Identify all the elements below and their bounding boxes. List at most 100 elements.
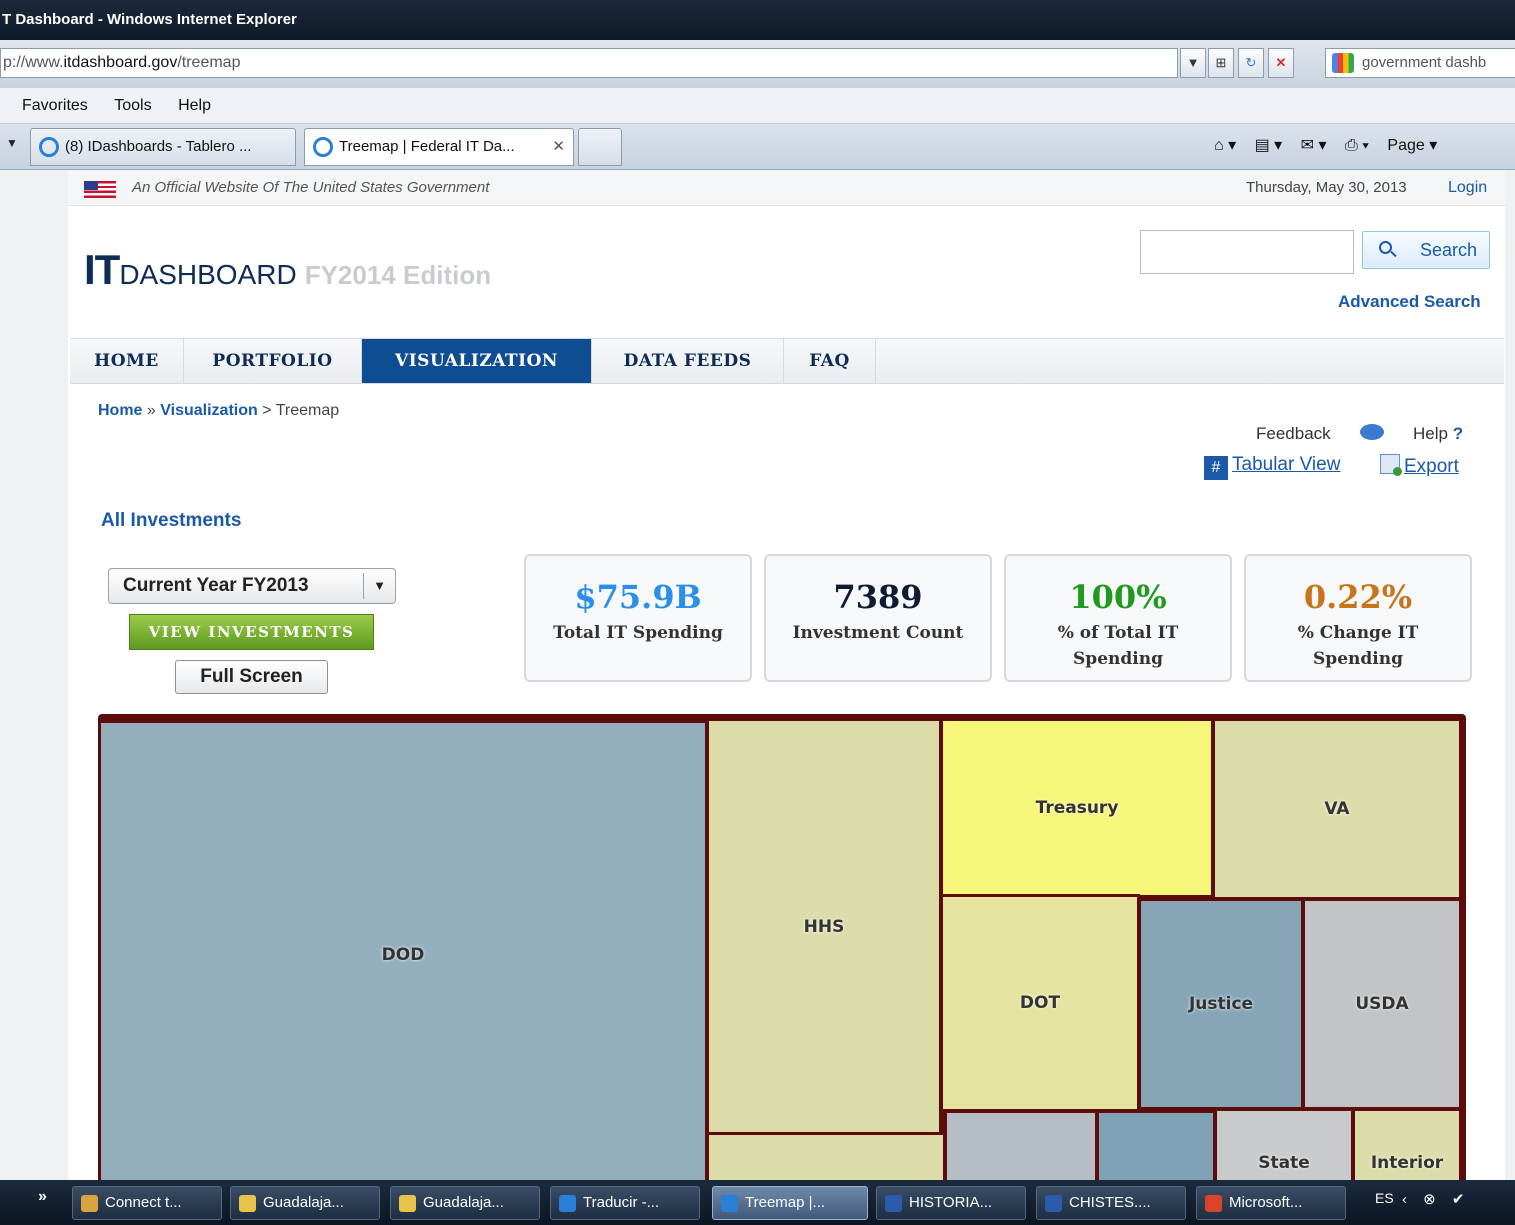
logo-dashboard: DASHBOARD	[119, 259, 297, 290]
fiscal-year-select[interactable]: Current Year FY2013 ▼	[108, 568, 396, 604]
language-indicator[interactable]: ES	[1375, 1190, 1394, 1206]
stop-icon[interactable]: ✕	[1268, 48, 1294, 78]
it-dashboard-logo[interactable]: ITDASHBOARD FY2014 Edition	[84, 246, 491, 293]
current-date: Thursday, May 30, 2013	[1246, 179, 1407, 196]
tab-treemap[interactable]: Treemap | Federal IT Da... ✕	[304, 128, 574, 166]
taskbar-item-label: CHISTES....	[1069, 1194, 1151, 1211]
treemap-cell-interior[interactable]: Interior	[1352, 1108, 1462, 1180]
site-container: An Official Website Of The United States…	[68, 170, 1505, 1180]
breadcrumb-home[interactable]: Home	[98, 402, 142, 419]
page-menu[interactable]: Page ▾	[1387, 137, 1437, 154]
taskbar-item[interactable]: Microsoft...	[1196, 1186, 1346, 1220]
taskbar-item[interactable]: CHISTES....	[1036, 1186, 1186, 1220]
tab-idashboards[interactable]: (8) IDashboards - Tablero ...	[30, 128, 296, 166]
full-screen-button[interactable]: Full Screen	[175, 660, 328, 694]
app-icon	[81, 1195, 98, 1212]
print-icon[interactable]: ⎙ ▾	[1345, 137, 1369, 154]
taskbar-item-label: Guadalaja...	[423, 1194, 504, 1211]
grid-icon: #	[1204, 456, 1228, 480]
nav-data-feeds[interactable]: DATA FEEDS	[592, 339, 784, 383]
tabular-view-label: Tabular View	[1232, 454, 1341, 475]
breadcrumb-separator: »	[142, 402, 161, 419]
chevron-down-icon: ▼	[363, 573, 395, 599]
taskbar-item-label: Traducir -...	[583, 1194, 660, 1211]
mail-icon[interactable]: ✉ ▾	[1301, 137, 1327, 154]
official-website-text: An Official Website Of The United States…	[132, 179, 490, 196]
breadcrumb: Home » Visualization > Treemap	[98, 402, 339, 420]
menu-bar: Favorites Tools Help	[0, 88, 1515, 124]
feedback-link[interactable]: Feedback	[1256, 424, 1331, 444]
search-button-label: Search	[1419, 240, 1477, 260]
new-tab-button[interactable]	[578, 128, 622, 166]
help-link[interactable]: Help ?	[1413, 424, 1463, 444]
nav-visualization[interactable]: VISUALIZATION	[362, 339, 592, 383]
home-icon[interactable]: ⌂ ▾	[1214, 137, 1236, 154]
stat-label: Total IT Spending	[553, 623, 723, 643]
all-investments-link[interactable]: All Investments	[101, 510, 241, 532]
ie-icon	[39, 137, 59, 157]
feeds-icon[interactable]: ▤ ▾	[1255, 137, 1283, 154]
menu-help[interactable]: Help	[178, 97, 211, 114]
treemap-cell[interactable]	[1096, 1110, 1216, 1180]
nav-portfolio[interactable]: PORTFOLIO	[184, 339, 362, 383]
treemap-cell[interactable]	[944, 1110, 1098, 1180]
nav-faq[interactable]: FAQ	[784, 339, 876, 383]
ie-icon	[721, 1195, 738, 1212]
taskbar-item-active[interactable]: Treemap |...	[712, 1186, 868, 1220]
refresh-icon[interactable]: ↻	[1238, 48, 1264, 78]
stat-value: 0.22%	[1303, 578, 1413, 616]
treemap-cell-treasury[interactable]: Treasury	[940, 718, 1214, 898]
quick-launch-chevron-icon[interactable]: »	[38, 1188, 47, 1206]
search-icon	[1379, 241, 1392, 254]
login-link[interactable]: Login	[1448, 170, 1487, 206]
url-path: /treemap	[177, 54, 241, 71]
dropdown-arrow-icon[interactable]: ▼	[1180, 48, 1206, 78]
url-field[interactable]: p://www.itdashboard.gov/treemap	[0, 48, 1178, 78]
stat-value: 100%	[1069, 578, 1167, 616]
tabular-view-link[interactable]: # Tabular View	[1204, 454, 1340, 480]
address-bar: p://www.itdashboard.gov/treemap ▼ ⊞ ↻ ✕ …	[0, 40, 1515, 88]
treemap-cell-dot[interactable]: DOT	[940, 894, 1140, 1112]
treemap-cell-state[interactable]: State	[1214, 1108, 1354, 1180]
taskbar-item[interactable]: Traducir -...	[550, 1186, 700, 1220]
treemap-cell-usda[interactable]: USDA	[1302, 898, 1462, 1110]
site-search-input[interactable]	[1140, 230, 1354, 274]
taskbar-item-label: Guadalaja...	[263, 1194, 344, 1211]
app-icon	[239, 1195, 256, 1212]
menu-tools[interactable]: Tools	[114, 97, 151, 114]
ie-icon	[559, 1195, 576, 1212]
url-prefix: p://www.	[3, 54, 64, 71]
taskbar-item-label: HISTORIA...	[909, 1194, 993, 1211]
speech-bubble-icon[interactable]	[1360, 424, 1384, 440]
menu-favorites[interactable]: Favorites	[22, 97, 88, 114]
stat-label: Investment Count	[792, 623, 964, 643]
search-button[interactable]: Search	[1362, 231, 1490, 269]
treemap-cell-justice[interactable]: Justice	[1138, 898, 1304, 1110]
view-investments-button[interactable]: VIEW INVESTMENTS	[129, 614, 374, 650]
taskbar-item[interactable]: HISTORIA...	[876, 1186, 1026, 1220]
treemap-cell-va[interactable]: VA	[1212, 718, 1462, 900]
us-flag-icon	[84, 181, 116, 198]
tab-close-icon[interactable]: ✕	[552, 129, 565, 165]
advanced-search-link[interactable]: Advanced Search	[1338, 292, 1481, 312]
help-label: Help	[1413, 424, 1448, 443]
system-tray-icons[interactable]: ‹ ⊗ ✔	[1402, 1190, 1470, 1208]
stat-percent-change: 0.22% % Change IT Spending	[1244, 554, 1472, 682]
breadcrumb-visualization[interactable]: Visualization	[160, 402, 258, 419]
treemap-cell-hhs[interactable]: HHS	[706, 718, 942, 1136]
browser-search-text: government dashb	[1362, 54, 1487, 71]
word-icon	[885, 1195, 902, 1212]
app-icon	[399, 1195, 416, 1212]
taskbar-item[interactable]: Guadalaja...	[390, 1186, 540, 1220]
tab-list-arrow-icon[interactable]: ▼	[6, 136, 18, 150]
taskbar-item[interactable]: Connect t...	[72, 1186, 222, 1220]
government-banner: An Official Website Of The United States…	[68, 170, 1505, 206]
browser-search-field[interactable]: government dashb	[1325, 48, 1515, 78]
compatibility-view-icon[interactable]: ⊞	[1208, 48, 1234, 78]
export-link[interactable]: Export	[1380, 454, 1459, 478]
treemap-cell[interactable]	[706, 1132, 946, 1180]
command-bar: ⌂ ▾ ▤ ▾ ✉ ▾ ⎙ ▾ Page ▾	[1200, 128, 1437, 164]
taskbar-item[interactable]: Guadalaja...	[230, 1186, 380, 1220]
nav-home[interactable]: HOME	[70, 339, 184, 383]
treemap-cell-dod[interactable]: DOD	[98, 720, 708, 1180]
